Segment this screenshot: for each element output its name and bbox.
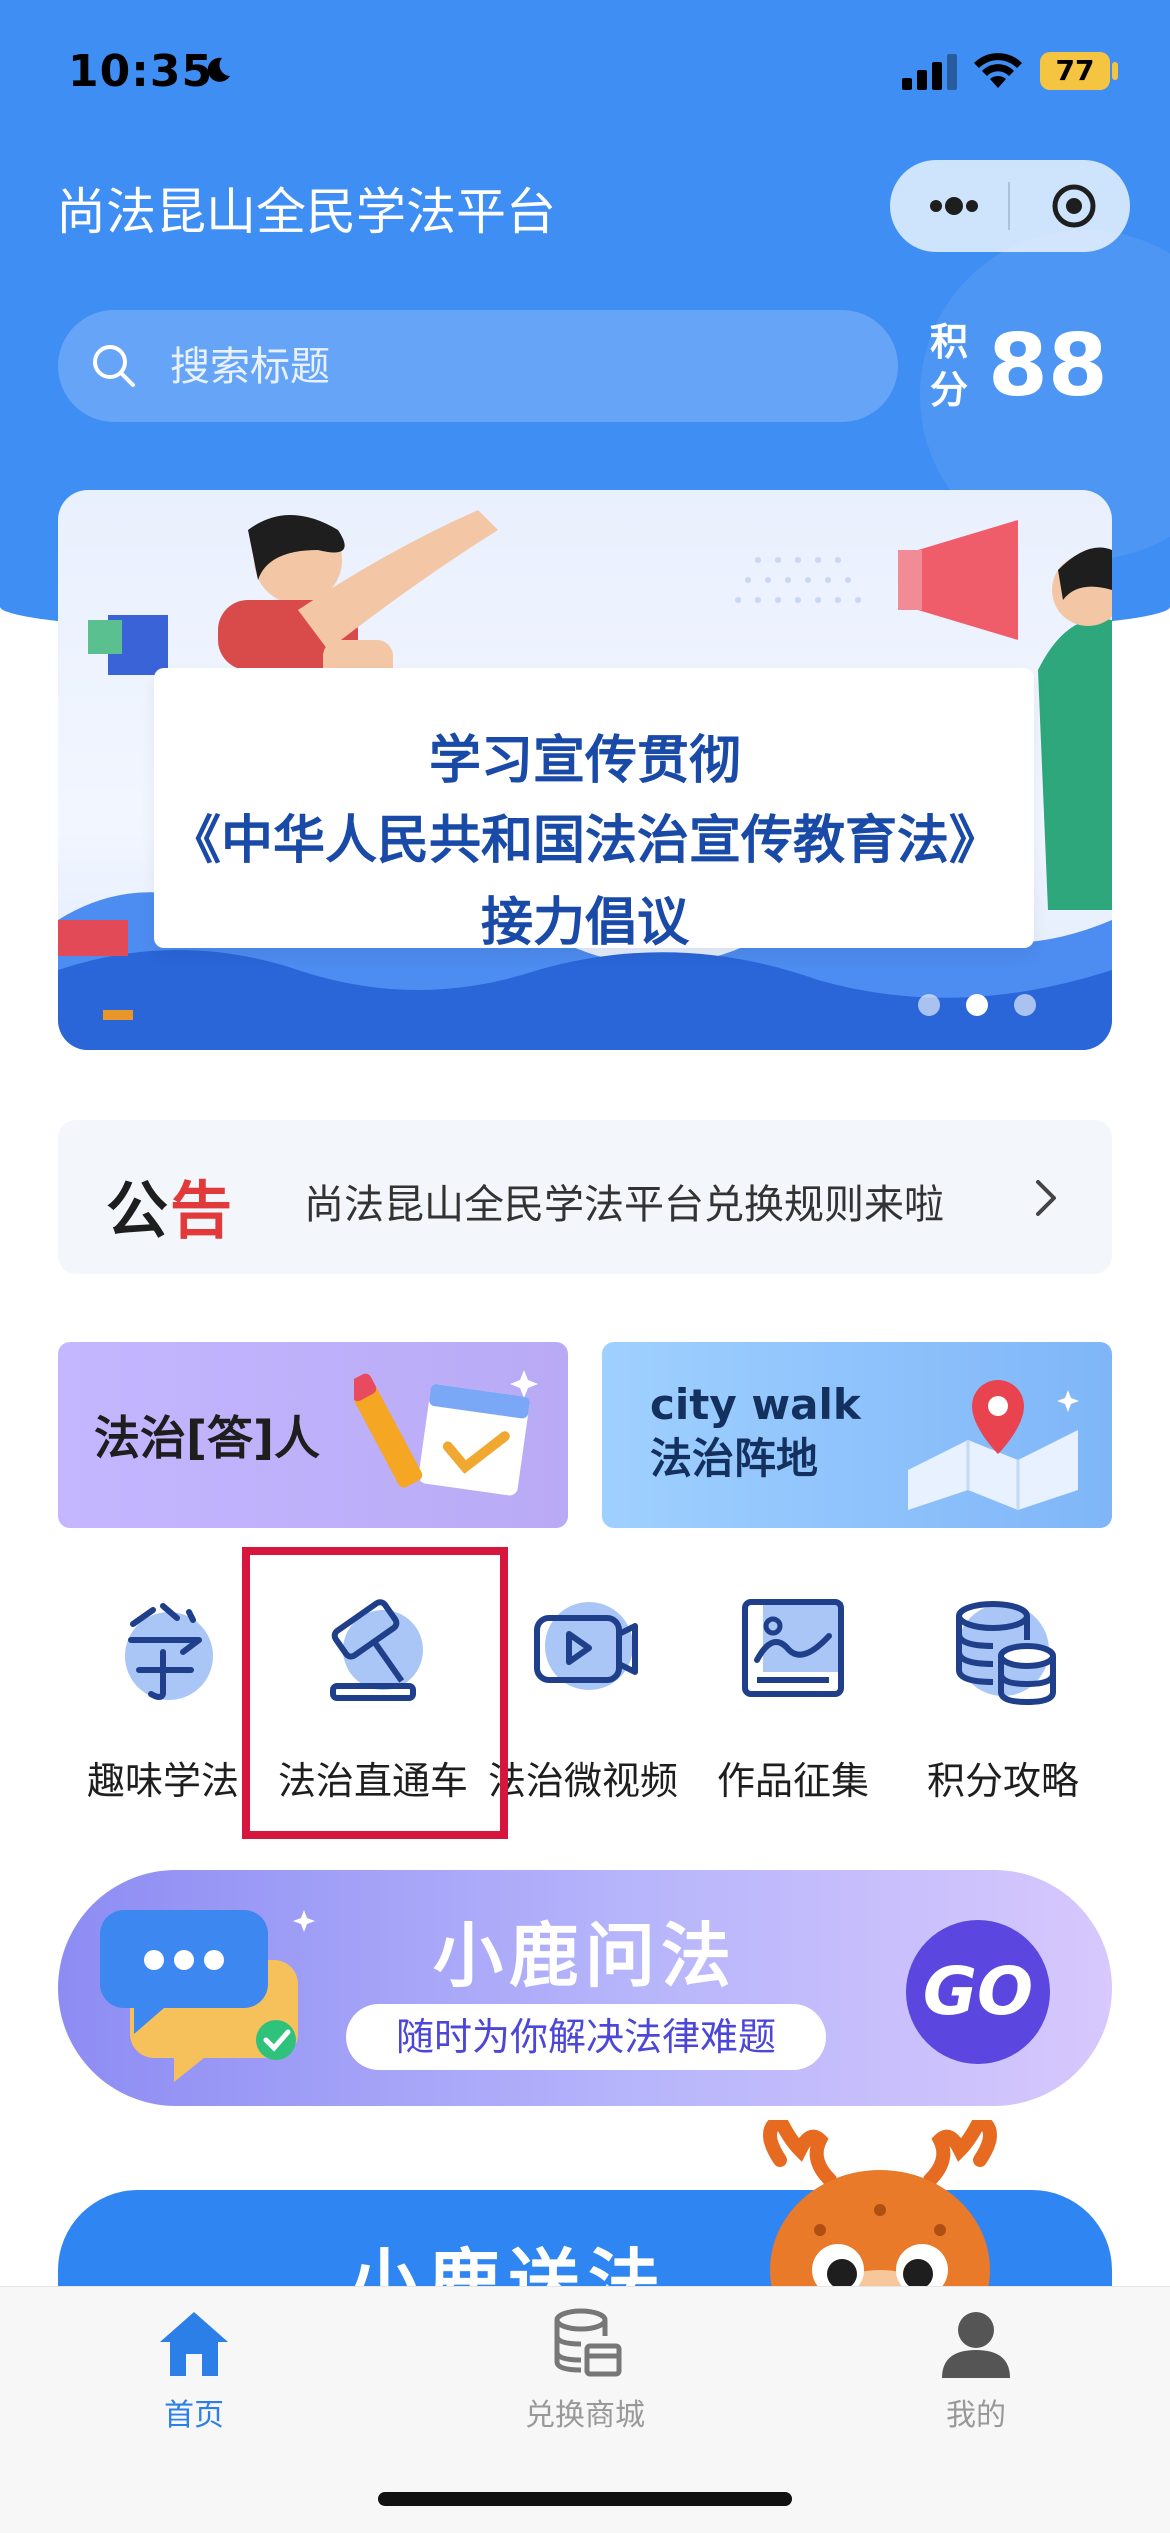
carousel-indicator bbox=[918, 994, 1038, 1018]
chevron-right-icon bbox=[1036, 1180, 1056, 1216]
points-value[interactable]: 88 bbox=[988, 316, 1108, 416]
store-icon bbox=[554, 2308, 622, 2377]
announcement-tag: 公告 bbox=[106, 1160, 234, 1250]
capsule-divider bbox=[1008, 182, 1010, 230]
page-title: 尚法昆山全民学法平台 bbox=[56, 183, 556, 241]
announcement-bar[interactable]: 公告 尚法昆山全民学法平台兑换规则来啦 bbox=[58, 1120, 1112, 1274]
announcement-tag-part2: 告 bbox=[170, 1174, 235, 1247]
study-icon bbox=[125, 1603, 213, 1700]
promo-card-law-quiz[interactable]: 法治[答]人 bbox=[58, 1342, 568, 1528]
tab-label: 首页 bbox=[164, 2398, 224, 2433]
moon-icon bbox=[207, 57, 230, 82]
carousel-dot-active bbox=[966, 994, 988, 1016]
promo-card-title: 法治[答]人 bbox=[94, 1411, 321, 1465]
quick-entry-micro-video[interactable]: 法治微视频 bbox=[478, 1590, 688, 1820]
banner-headline-2: 《中华人民共和国法治宣传教育法》 bbox=[168, 811, 1001, 871]
signal-icon bbox=[902, 54, 957, 90]
wifi-icon bbox=[974, 53, 1022, 88]
close-target-icon[interactable] bbox=[1050, 182, 1098, 230]
quick-entry-fun-study[interactable]: 趣味学法 bbox=[58, 1590, 268, 1820]
ask-banner-subtitle: 随时为你解决法律难题 bbox=[346, 2004, 826, 2070]
tab-label: 兑换商城 bbox=[525, 2398, 645, 2433]
battery-tip bbox=[1112, 62, 1118, 80]
home-icon bbox=[160, 2312, 228, 2376]
quick-entry-label: 法治微视频 bbox=[487, 1759, 678, 1803]
tab-home[interactable]: 首页 bbox=[94, 2286, 294, 2436]
quick-entry-works-collection[interactable]: 作品征集 bbox=[688, 1590, 898, 1820]
promo-card-city-walk[interactable]: city walk 法治阵地 bbox=[602, 1342, 1112, 1528]
status-time: 10:35 bbox=[68, 46, 214, 97]
battery-indicator: 77 bbox=[1040, 52, 1110, 90]
banner-headline-1: 学习宣传贯彻 bbox=[428, 731, 741, 791]
calendar-pencil-icon bbox=[354, 1370, 538, 1496]
profile-icon bbox=[942, 2312, 1010, 2378]
search-icon bbox=[93, 345, 135, 387]
carousel-banner[interactable]: 学习宣传贯彻 《中华人民共和国法治宣传教育法》 接力倡议 bbox=[58, 490, 1112, 1050]
miniprogram-capsule bbox=[890, 160, 1130, 252]
map-pin-icon bbox=[908, 1380, 1079, 1510]
announcement-tag-part1: 公 bbox=[106, 1174, 171, 1247]
coins-icon bbox=[956, 1601, 1056, 1706]
quick-entry-label: 趣味学法 bbox=[86, 1759, 239, 1803]
tab-profile[interactable]: 我的 bbox=[876, 2286, 1076, 2436]
quick-entry-label: 积分攻略 bbox=[926, 1759, 1079, 1803]
quick-entry-row: 趣味学法 法治直通车 法治微视频 作品征集 积分攻略 bbox=[58, 1590, 1112, 1820]
carousel-dot bbox=[918, 994, 940, 1016]
search-bar[interactable] bbox=[58, 310, 898, 422]
tab-label: 我的 bbox=[946, 2398, 1006, 2433]
quick-entry-label: 作品征集 bbox=[716, 1759, 869, 1803]
ask-law-banner[interactable]: 小鹿问法 随时为你解决法律难题 GO bbox=[58, 1870, 1112, 2106]
points-label: 积分 bbox=[930, 320, 969, 412]
promo-card-title: city walk 法治阵地 bbox=[650, 1378, 861, 1486]
go-button[interactable]: GO bbox=[906, 1920, 1050, 2064]
more-icon[interactable] bbox=[924, 182, 984, 230]
banner-headline-3: 接力倡议 bbox=[480, 893, 689, 953]
gallery-icon bbox=[742, 1599, 844, 1697]
status-bar: 10:35 77 bbox=[0, 0, 1170, 140]
annotation-highlight-box bbox=[242, 1547, 508, 1839]
quick-entry-points-guide[interactable]: 积分攻略 bbox=[898, 1590, 1108, 1820]
promo-card-line2: 法治阵地 bbox=[650, 1434, 819, 1483]
promo-card-line1: city walk bbox=[650, 1380, 861, 1429]
carousel-dot bbox=[1014, 994, 1036, 1016]
tab-store[interactable]: 兑换商城 bbox=[485, 2286, 685, 2436]
search-input[interactable] bbox=[168, 334, 852, 400]
home-indicator bbox=[378, 2492, 792, 2506]
announcement-text: 尚法昆山全民学法平台兑换规则来啦 bbox=[304, 1182, 944, 1228]
video-icon bbox=[534, 1602, 638, 1690]
